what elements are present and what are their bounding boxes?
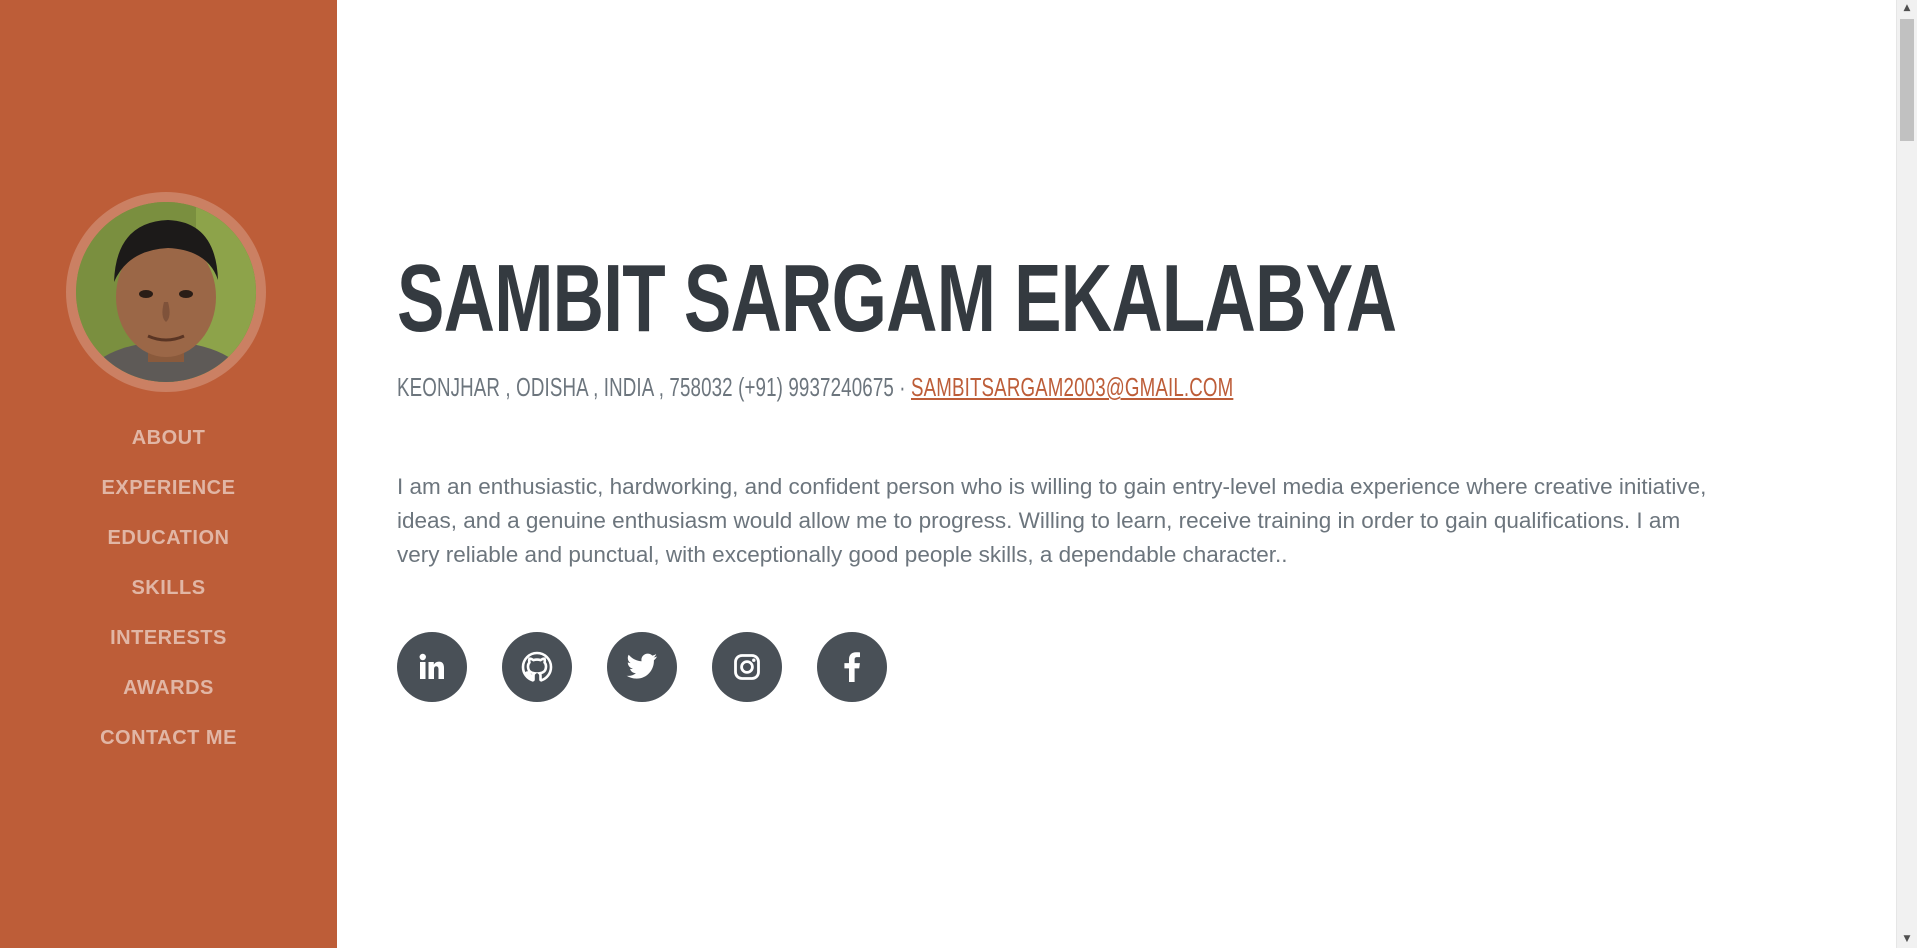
sidebar: ABOUT EXPERIENCE EDUCATION SKILLS INTERE… (0, 0, 337, 948)
profile-photo[interactable] (76, 202, 256, 382)
nav-item-interests: INTERESTS (0, 618, 337, 668)
nav-item-experience: EXPERIENCE (0, 468, 337, 518)
instagram-icon (733, 653, 761, 681)
nav-link-awards[interactable]: AWARDS (123, 668, 214, 708)
nav-item-contact: CONTACT ME (0, 718, 337, 768)
contact-line: KEONJHAR , ODISHA , INDIA , 758032 (+91)… (397, 370, 1233, 404)
scrollbar-thumb[interactable] (1900, 19, 1914, 141)
linkedin-icon (418, 653, 446, 681)
nav-link-about[interactable]: ABOUT (132, 418, 206, 458)
nav-link-education[interactable]: EDUCATION (108, 518, 230, 558)
linkedin-button[interactable] (397, 632, 467, 702)
bio-text: I am an enthusiastic, hardworking, and c… (397, 474, 1707, 567)
nav-item-awards: AWARDS (0, 668, 337, 718)
nav-link-contact[interactable]: CONTACT ME (100, 718, 237, 758)
instagram-button[interactable] (712, 632, 782, 702)
nav-link-skills[interactable]: SKILLS (131, 568, 205, 608)
sidebar-nav: ABOUT EXPERIENCE EDUCATION SKILLS INTERE… (0, 418, 337, 768)
nav-link-interests[interactable]: INTERESTS (110, 618, 227, 658)
email-link[interactable]: SAMBITSARGAM2003@GMAIL.COM (911, 372, 1233, 402)
scroll-up-arrow-icon[interactable]: ▲ (1897, 0, 1917, 17)
scroll-down-arrow-icon[interactable]: ▼ (1897, 931, 1917, 948)
social-icons (397, 632, 922, 702)
twitter-button[interactable] (607, 632, 677, 702)
nav-item-about: ABOUT (0, 418, 337, 468)
address-phone-text: KEONJHAR , ODISHA , INDIA , 758032 (+91)… (397, 372, 912, 402)
github-icon (521, 651, 553, 683)
profile-photo-frame (66, 192, 266, 392)
about-section: SAMBIT SARGAM EKALABYA KEONJHAR , ODISHA… (337, 0, 1897, 948)
page-title: SAMBIT SARGAM EKALABYA (397, 245, 1397, 352)
nav-item-skills: SKILLS (0, 568, 337, 618)
facebook-icon (843, 652, 861, 682)
twitter-icon (626, 653, 658, 681)
vertical-scrollbar[interactable]: ▲ ▼ (1896, 0, 1917, 948)
github-button[interactable] (502, 632, 572, 702)
nav-link-experience[interactable]: EXPERIENCE (102, 468, 236, 508)
nav-item-education: EDUCATION (0, 518, 337, 568)
facebook-button[interactable] (817, 632, 887, 702)
